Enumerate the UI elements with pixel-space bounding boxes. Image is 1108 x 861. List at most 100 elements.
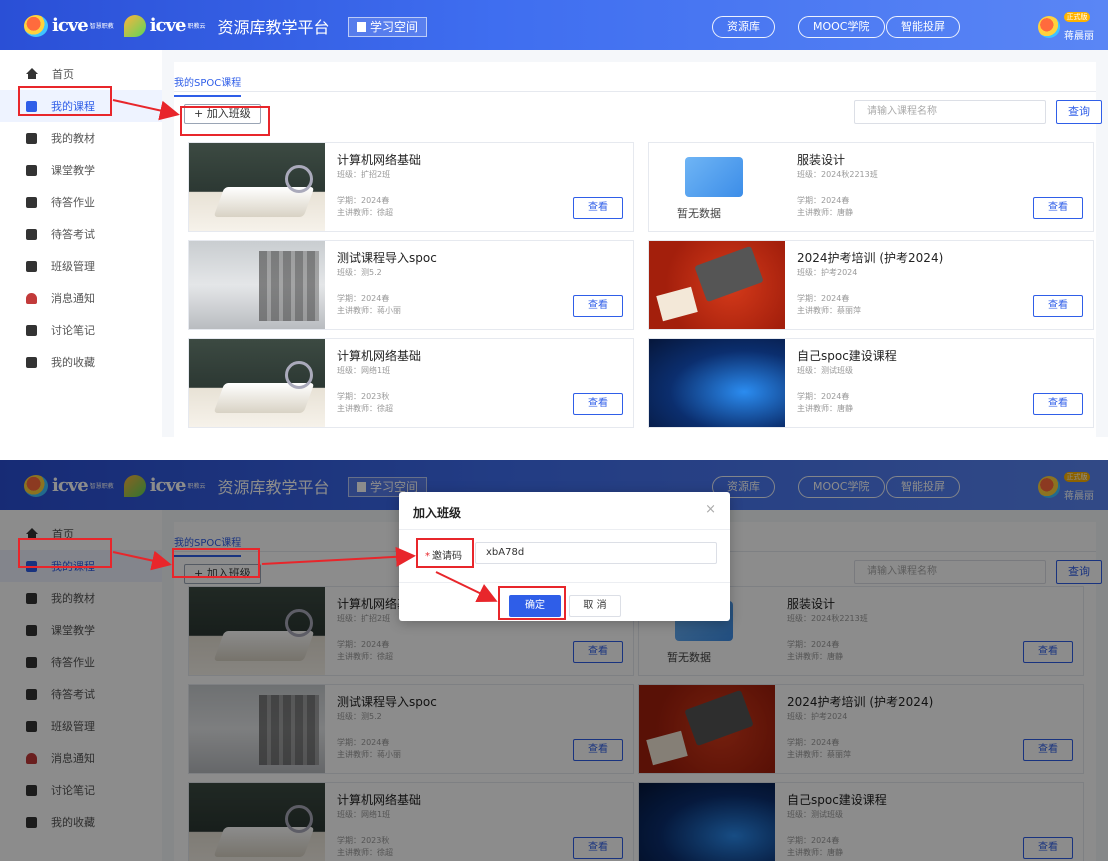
sidebar-item-exams[interactable]: 待答考试 [0, 218, 162, 250]
course-title[interactable]: 服装设计 [797, 151, 845, 168]
sidebar-item-notifications[interactable]: 消息通知 [0, 282, 162, 314]
sidebar-item-label: 待答作业 [51, 196, 95, 209]
sidebar-item-label: 我的教材 [51, 132, 95, 145]
books-icon [26, 100, 37, 112]
course-class: 班级：测5.2 [337, 268, 382, 277]
study-space-button[interactable]: 学习空间 [348, 17, 428, 37]
course-card: 自己spoc建设课程 班级：测试班级 学期：2024春 主讲教师：唐静 查看 [648, 338, 1094, 428]
course-card: 计算机网络基础 班级：网络1班 学期：2023秋 主讲教师：徐超 查看 [188, 338, 634, 428]
sidebar-item-home[interactable]: 首页 [0, 58, 162, 90]
invite-code-label: * 邀请码 [425, 547, 462, 562]
view-button[interactable]: 查看 [1033, 393, 1083, 415]
course-thumbnail[interactable] [189, 339, 325, 427]
user-name: 蒋晨丽 [1064, 31, 1094, 42]
logo-subtext-primary: 智慧职教 [89, 22, 114, 30]
course-thumbnail[interactable] [189, 143, 325, 231]
book-icon [357, 22, 366, 32]
dialog-footer: 确定 取 消 [399, 582, 730, 621]
course-title[interactable]: 测试课程导入spoc [337, 249, 437, 266]
course-teacher: 主讲教师：唐静 [797, 208, 853, 217]
close-icon[interactable]: × [705, 502, 716, 517]
course-term: 学期：2024春 [797, 196, 850, 205]
course-term: 学期：2024春 [337, 294, 390, 303]
logo-subtext-secondary: 职教云 [187, 22, 206, 30]
tab-bar: 我的SPOC课程 [174, 62, 1096, 97]
course-title[interactable]: 2024护考培训 (护考2024) [797, 249, 943, 266]
confirm-button[interactable]: 确定 [509, 595, 561, 617]
sidebar-item-favorites[interactable]: 我的收藏 [0, 346, 162, 378]
course-class: 班级：网络1班 [337, 366, 391, 375]
exam-icon [26, 228, 37, 240]
sidebar-item-class-management[interactable]: 班级管理 [0, 250, 162, 282]
course-search-input[interactable]: 请输入课程名称 [854, 100, 1046, 124]
course-teacher: 主讲教师：唐静 [797, 404, 853, 413]
course-thumbnail[interactable] [649, 241, 785, 329]
class-icon [26, 260, 37, 272]
platform-logo[interactable]: icve 智慧职教 icve 职教云 资源库教学平台 [24, 14, 329, 38]
icve-logo-icon [24, 15, 48, 37]
dialog-header: 加入班级 × [399, 492, 730, 530]
sidebar-item-homework[interactable]: 待答作业 [0, 186, 162, 218]
sidebar-item-my-textbooks[interactable]: 我的教材 [0, 122, 162, 154]
sidebar-item-my-courses[interactable]: 我的课程 [0, 90, 162, 122]
screenshot-panel-before: icve 智慧职教 icve 职教云 资源库教学平台 学习空间 资源库 MOOC… [0, 0, 1108, 437]
screenshot-panel-after: icve 智慧职教 icve 职教云 资源库教学平台 学习空间 资源库 MOOC… [0, 460, 1108, 861]
course-card: 2024护考培训 (护考2024) 班级：护考2024 学期：2024春 主讲教… [648, 240, 1094, 330]
course-term: 学期：2024春 [337, 196, 390, 205]
nav-mooc-college[interactable]: MOOC学院 [798, 16, 885, 38]
sidebar-item-label: 消息通知 [51, 292, 95, 305]
empty-data-text: 暂无数据 [677, 207, 721, 220]
course-thumbnail[interactable] [189, 241, 325, 329]
required-marker: * [425, 551, 430, 562]
folder-icon [26, 356, 37, 368]
course-thumbnail[interactable] [649, 339, 785, 427]
view-button[interactable]: 查看 [573, 393, 623, 415]
search-button[interactable]: 查询 [1056, 100, 1102, 124]
nav-resource-library[interactable]: 资源库 [712, 16, 775, 38]
user-avatar [1038, 16, 1060, 38]
invite-code-input[interactable]: xbA78d [475, 542, 717, 564]
sidebar-item-classroom[interactable]: 课堂教学 [0, 154, 162, 186]
course-teacher: 主讲教师：徐超 [337, 208, 393, 217]
cancel-button[interactable]: 取 消 [569, 595, 621, 617]
course-class: 班级：测试班级 [797, 366, 853, 375]
homework-icon [26, 196, 37, 208]
view-button[interactable]: 查看 [1033, 295, 1083, 317]
join-class-dialog: 加入班级 × * 邀请码 xbA78d 确定 取 消 [399, 492, 730, 621]
course-thumbnail[interactable]: 暂无数据 [649, 143, 785, 231]
toolbar: + 加入班级 请输入课程名称 查询 [174, 92, 1102, 132]
course-teacher: 主讲教师：蔡丽萍 [797, 306, 861, 315]
study-space-label: 学习空间 [370, 20, 419, 34]
notes-icon [26, 324, 37, 336]
sidebar-item-label: 班级管理 [51, 260, 95, 273]
version-badge: 正式版 [1064, 12, 1090, 22]
course-card: 测试课程导入spoc 班级：测5.2 学期：2024春 主讲教师：蒋小丽 查看 [188, 240, 634, 330]
sidebar-item-label: 讨论笔记 [51, 324, 95, 337]
empty-box-icon [685, 157, 743, 197]
course-title[interactable]: 计算机网络基础 [337, 347, 421, 364]
join-class-button[interactable]: + 加入班级 [184, 104, 261, 124]
sidebar: 首页 我的课程 我的教材 课堂教学 待答作业 待答考试 班级管理 消息通知 讨论… [0, 50, 162, 437]
course-title[interactable]: 自己spoc建设课程 [797, 347, 897, 364]
course-teacher: 主讲教师：蒋小丽 [337, 306, 401, 315]
view-button[interactable]: 查看 [573, 295, 623, 317]
course-teacher: 主讲教师：徐超 [337, 404, 393, 413]
bell-icon [26, 292, 37, 304]
view-button[interactable]: 查看 [1033, 197, 1083, 219]
dialog-title: 加入班级 [413, 506, 462, 520]
course-term: 学期：2023秋 [337, 392, 390, 401]
logo-text-primary: icve [52, 15, 89, 36]
view-button[interactable]: 查看 [573, 197, 623, 219]
sidebar-item-label: 待答考试 [51, 228, 95, 241]
sidebar-item-discussion-notes[interactable]: 讨论笔记 [0, 314, 162, 346]
nav-smart-screen[interactable]: 智能投屏 [886, 16, 960, 38]
course-title[interactable]: 计算机网络基础 [337, 151, 421, 168]
classroom-icon [26, 164, 37, 176]
sidebar-item-label: 我的课程 [51, 100, 95, 113]
sidebar-item-label: 首页 [52, 68, 74, 81]
leaf-logo-icon [123, 15, 146, 37]
sidebar-item-label: 课堂教学 [51, 164, 95, 177]
course-class: 班级：扩招2班 [337, 170, 391, 179]
top-header: icve 智慧职教 icve 职教云 资源库教学平台 学习空间 资源库 MOOC… [0, 0, 1108, 50]
user-menu[interactable]: 正式版 蒋晨丽 [1038, 10, 1098, 44]
